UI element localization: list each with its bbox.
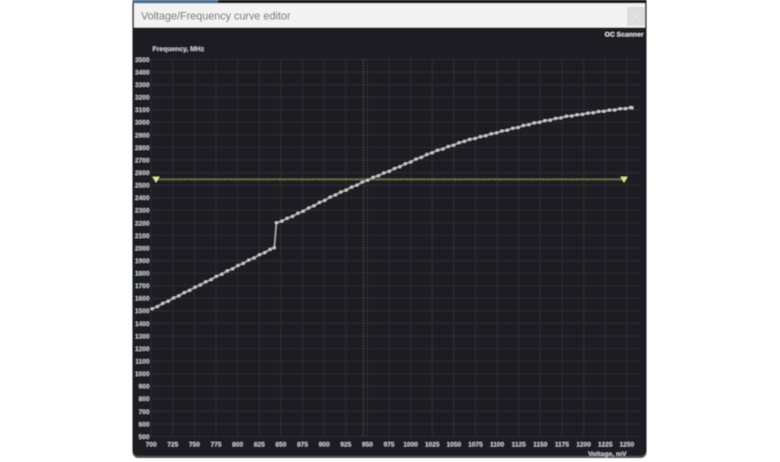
svg-text:900: 900 <box>319 442 330 449</box>
svg-text:1075: 1075 <box>468 442 483 449</box>
svg-text:1200: 1200 <box>576 442 591 449</box>
svg-text:1150: 1150 <box>533 442 547 449</box>
svg-text:950: 950 <box>362 442 373 449</box>
svg-text:1500: 1500 <box>135 308 150 315</box>
svg-text:3200: 3200 <box>135 95 150 102</box>
svg-text:900: 900 <box>139 384 150 391</box>
svg-text:775: 775 <box>211 442 222 449</box>
svg-text:500: 500 <box>139 434 150 441</box>
svg-text:2100: 2100 <box>135 233 150 240</box>
svg-text:600: 600 <box>139 421 150 428</box>
svg-text:1000: 1000 <box>403 442 418 449</box>
svg-text:1400: 1400 <box>135 321 150 328</box>
svg-text:1900: 1900 <box>135 258 150 265</box>
svg-text:2800: 2800 <box>135 145 150 152</box>
svg-text:2300: 2300 <box>135 208 150 215</box>
svg-text:Frequency, MHz: Frequency, MHz <box>153 46 205 53</box>
svg-text:725: 725 <box>167 442 178 449</box>
svg-text:Voltage, mV: Voltage, mV <box>588 451 627 458</box>
svg-text:1175: 1175 <box>555 442 569 449</box>
svg-text:850: 850 <box>275 442 286 449</box>
svg-text:3300: 3300 <box>135 82 150 89</box>
svg-text:750: 750 <box>189 442 200 449</box>
svg-text:OC Scanner: OC Scanner <box>605 31 644 38</box>
svg-text:1200: 1200 <box>135 346 150 353</box>
svg-text:700: 700 <box>139 409 150 416</box>
svg-text:800: 800 <box>139 396 150 403</box>
svg-text:700: 700 <box>146 442 157 449</box>
svg-text:3100: 3100 <box>135 107 150 114</box>
svg-text:1300: 1300 <box>135 333 150 340</box>
svg-text:2500: 2500 <box>135 183 150 190</box>
svg-text:1600: 1600 <box>135 296 150 303</box>
svg-text:2000: 2000 <box>135 245 150 252</box>
svg-text:1125: 1125 <box>512 442 526 449</box>
svg-text:1025: 1025 <box>425 442 440 449</box>
svg-text:1225: 1225 <box>598 442 613 449</box>
svg-text:875: 875 <box>297 442 308 449</box>
svg-text:1700: 1700 <box>135 283 150 290</box>
svg-text:2400: 2400 <box>135 195 150 202</box>
svg-text:975: 975 <box>384 442 395 449</box>
svg-text:1050: 1050 <box>447 442 462 449</box>
svg-text:1100: 1100 <box>135 359 149 366</box>
svg-text:2600: 2600 <box>135 170 150 177</box>
svg-text:800: 800 <box>232 442 243 449</box>
svg-text:2700: 2700 <box>135 157 150 164</box>
svg-text:2900: 2900 <box>135 132 150 139</box>
svg-text:3000: 3000 <box>135 120 150 127</box>
svg-text:1000: 1000 <box>135 371 150 378</box>
svg-text:3500: 3500 <box>135 57 150 64</box>
svg-text:1250: 1250 <box>620 442 635 449</box>
svg-text:1800: 1800 <box>135 271 150 278</box>
svg-text:3400: 3400 <box>135 69 150 76</box>
svg-text:825: 825 <box>254 442 265 449</box>
svg-text:2200: 2200 <box>135 220 150 227</box>
svg-text:Voltage/Frequency curve editor: Voltage/Frequency curve editor <box>141 11 291 23</box>
svg-text:1100: 1100 <box>490 442 504 449</box>
svg-text:925: 925 <box>340 442 351 449</box>
